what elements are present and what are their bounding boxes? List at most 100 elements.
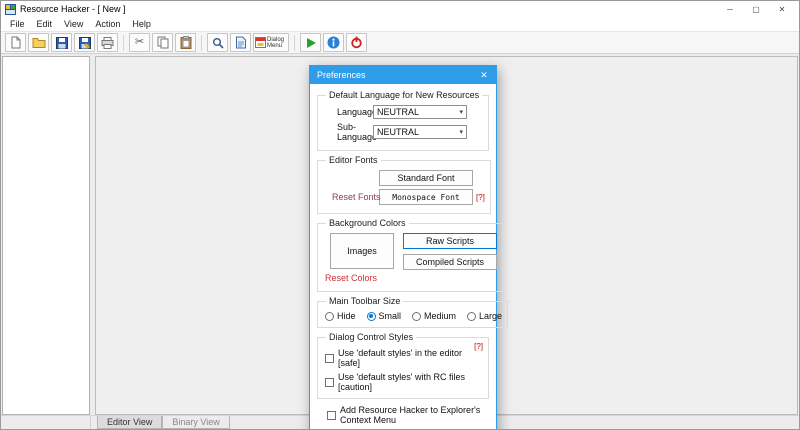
radio-small-label: Small [378, 311, 402, 321]
magnifier-icon [212, 37, 224, 49]
preferences-dialog: Preferences ✕ Default Language for New R… [309, 65, 509, 429]
about-button[interactable] [323, 33, 344, 52]
sub-language-select[interactable]: NEUTRAL ▾ [373, 125, 467, 139]
cut-button[interactable]: ✂ [129, 33, 150, 52]
group-toolbar-size-title: Main Toolbar Size [329, 296, 401, 306]
minimize-button[interactable]: ─ [717, 1, 743, 17]
statusbar-left-panel [1, 416, 91, 429]
default-styles-editor-label[interactable]: Use 'default styles' in the editor [safe… [338, 348, 483, 368]
radio-medium[interactable]: Medium [412, 311, 456, 321]
checkbox-icon[interactable] [325, 377, 334, 387]
menubar: File Edit View Action Help [1, 17, 799, 31]
power-icon [350, 36, 363, 49]
tab-editor-view[interactable]: Editor View [97, 416, 163, 429]
script-document-icon [235, 36, 247, 49]
group-default-language-title: Default Language for New Resources [329, 90, 480, 100]
new-file-icon [10, 36, 22, 49]
checkbox-icon[interactable] [327, 410, 336, 420]
explorer-context-menu-label[interactable]: Add Resource Hacker to Explorer's Contex… [340, 405, 489, 425]
menu-file[interactable]: File [4, 19, 31, 29]
default-styles-rc-label[interactable]: Use 'default styles' with RC files [caut… [338, 372, 483, 392]
group-editor-fonts-title: Editor Fonts [329, 155, 378, 165]
language-label: Language [337, 107, 378, 117]
close-button[interactable]: ✕ [769, 1, 795, 17]
info-icon [327, 36, 340, 49]
paste-clipboard-icon [180, 36, 192, 49]
open-folder-icon [32, 37, 46, 48]
language-value: NEUTRAL [377, 107, 420, 117]
copy-button[interactable] [152, 33, 173, 52]
save-button[interactable] [51, 33, 72, 52]
group-dialog-control-styles-title: Dialog Control Styles [329, 332, 414, 342]
dialog-menu-button[interactable]: Dialog Menu [253, 33, 289, 52]
default-styles-rc-checkbox-row[interactable]: Use 'default styles' with RC files [caut… [325, 372, 483, 392]
reset-colors-link[interactable]: Reset Colors [325, 273, 377, 283]
preferences-titlebar: Preferences ✕ [310, 66, 496, 84]
toolbar-separator [201, 34, 202, 51]
new-file-button[interactable] [5, 33, 26, 52]
radio-medium-label: Medium [424, 311, 457, 321]
chevron-down-icon: ▾ [459, 129, 463, 136]
window-title: Resource Hacker - [ New ] [20, 4, 126, 14]
menu-help[interactable]: Help [126, 19, 157, 29]
maximize-button[interactable]: ▢ [743, 1, 769, 17]
radio-checked-icon [366, 311, 376, 321]
group-default-language: Default Language for New Resources Langu… [317, 90, 489, 151]
chevron-down-icon: ▾ [459, 109, 463, 116]
print-button[interactable] [97, 33, 118, 52]
radio-large[interactable]: Large [467, 311, 502, 321]
sub-language-label: Sub-Language [337, 122, 378, 142]
menu-view[interactable]: View [58, 19, 89, 29]
menu-action[interactable]: Action [89, 19, 126, 29]
preferences-close-icon[interactable]: ✕ [472, 66, 496, 84]
compile-button[interactable] [300, 33, 321, 52]
view-tabs: Editor View Binary View [97, 416, 230, 429]
toolbar-separator [294, 34, 295, 51]
compiled-scripts-color-button[interactable]: Compiled Scripts [403, 254, 497, 270]
reset-fonts-link[interactable]: Reset Fonts [332, 192, 381, 202]
radio-hide-label: Hide [337, 311, 356, 321]
explorer-context-menu-checkbox-row[interactable]: Add Resource Hacker to Explorer's Contex… [327, 405, 489, 425]
raw-scripts-color-button[interactable]: Raw Scripts [403, 233, 497, 249]
fonts-help-mark[interactable]: [?] [476, 193, 485, 202]
save-as-button[interactable] [74, 33, 95, 52]
radio-icon [412, 311, 422, 321]
checkbox-icon[interactable] [325, 353, 334, 363]
copy-icon [157, 36, 169, 49]
resource-hacker-window: Resource Hacker - [ New ] ─ ▢ ✕ File Edi… [0, 0, 800, 430]
menu-edit[interactable]: Edit [31, 19, 59, 29]
radio-large-label: Large [479, 311, 503, 321]
paste-button[interactable] [175, 33, 196, 52]
standard-font-button[interactable]: Standard Font [379, 170, 473, 186]
dialog-menu-label: Dialog Menu [267, 36, 285, 49]
resource-tree-panel[interactable] [2, 56, 90, 415]
exit-button[interactable] [346, 33, 367, 52]
images-color-button[interactable]: Images [330, 233, 394, 269]
titlebar: Resource Hacker - [ New ] ─ ▢ ✕ [1, 1, 799, 17]
open-file-button[interactable] [28, 33, 49, 52]
group-background-colors-title: Background Colors [329, 218, 406, 228]
dialog-window-icon [255, 37, 266, 48]
printer-icon [101, 36, 114, 49]
play-icon [305, 37, 317, 49]
default-styles-editor-checkbox-row[interactable]: Use 'default styles' in the editor [safe… [325, 348, 483, 368]
styles-help-mark[interactable]: [?] [474, 342, 483, 351]
language-select[interactable]: NEUTRAL ▾ [373, 105, 467, 119]
radio-icon [325, 311, 334, 321]
radio-icon [467, 311, 477, 321]
sub-language-value: NEUTRAL [377, 127, 420, 137]
preferences-title: Preferences [317, 70, 366, 80]
radio-hide[interactable]: Hide [325, 311, 356, 321]
group-toolbar-size: Main Toolbar Size Hide Small Medium Larg… [317, 296, 509, 328]
app-icon [5, 3, 16, 15]
tab-binary-view[interactable]: Binary View [162, 416, 230, 429]
script-editor-button[interactable] [230, 33, 251, 52]
scissors-icon: ✂ [134, 36, 145, 48]
preferences-body: Default Language for New Resources Langu… [310, 84, 509, 429]
monospace-font-button[interactable]: Monospace Font [379, 189, 473, 205]
group-background-colors: Background Colors Images Raw Scripts Com… [317, 218, 503, 292]
group-editor-fonts: Editor Fonts Standard Font Reset Fonts M… [317, 155, 491, 214]
radio-small[interactable]: Small [366, 311, 402, 321]
save-floppy-icon [55, 36, 68, 49]
find-button[interactable] [207, 33, 228, 52]
